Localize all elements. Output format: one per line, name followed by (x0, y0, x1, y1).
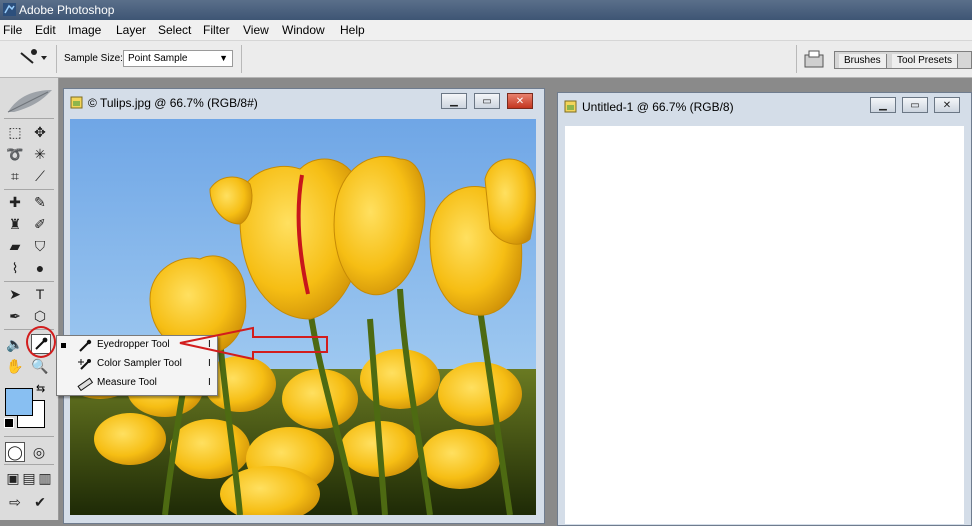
checkmark-icon[interactable]: ✔ (30, 492, 50, 512)
notes-tool[interactable]: 🔈 (5, 334, 25, 354)
flyout-item-label: Eyedropper Tool (97, 339, 170, 350)
close-button[interactable]: ✕ (507, 93, 533, 109)
ruler-icon (77, 377, 93, 392)
flyout-item-shortcut: I (208, 358, 211, 369)
foreground-color-swatch[interactable] (5, 388, 33, 416)
photoshop-app-icon (3, 3, 16, 16)
flyout-item-shortcut: I (208, 339, 211, 350)
palette-well: Brushes Tool Presets (834, 51, 972, 69)
crop-tool[interactable]: ⌗ (5, 166, 25, 186)
flyout-item-eyedropper[interactable]: Eyedropper Tool I (57, 336, 217, 355)
menu-window[interactable]: Window (282, 23, 325, 37)
minimize-button[interactable]: ▁ (870, 97, 896, 113)
sample-size-value: Point Sample (128, 53, 188, 64)
options-separator (796, 45, 797, 73)
zoom-tool[interactable]: 🔍 (30, 356, 50, 376)
brush-tool[interactable]: ✎ (30, 192, 50, 212)
toolbox-divider (4, 464, 54, 465)
swap-colors-icon[interactable]: ⇆ (36, 382, 45, 395)
sample-size-select[interactable]: Point Sample ▼ (123, 50, 233, 67)
maximize-button[interactable]: ▭ (902, 97, 928, 113)
color-sampler-icon (78, 359, 91, 370)
flyout-item-shortcut: I (208, 377, 211, 388)
toolbox-divider (4, 118, 54, 119)
move-tool[interactable]: ✥ (30, 122, 50, 142)
toolbox: ⬚ ✥ ➰ ✳ ⌗ ⟋ ✚ ✎ ♜ ✐ ▰ ⛉ ⌇ ● ➤ T ✒ ⬡ 🔈 ✋ … (0, 78, 59, 520)
tab-brushes[interactable]: Brushes (839, 54, 887, 68)
marquee-tool[interactable]: ⬚ (5, 122, 25, 142)
menu-image[interactable]: Image (68, 23, 101, 37)
history-brush-tool[interactable]: ✐ (30, 214, 50, 234)
selected-bullet (61, 343, 66, 348)
chevron-down-icon: ▼ (219, 53, 228, 63)
quick-mask-button[interactable]: ◎ (29, 442, 49, 462)
eraser-tool[interactable]: ▰ (5, 236, 25, 256)
annotation-circle (26, 326, 56, 358)
menu-bar: File Edit Image Layer Select Filter View… (0, 20, 972, 41)
blank-canvas[interactable] (565, 126, 964, 524)
shape-tool[interactable]: ⬡ (30, 306, 50, 326)
menu-view[interactable]: View (243, 23, 269, 37)
menu-layer[interactable]: Layer (116, 23, 146, 37)
clone-stamp-tool[interactable]: ♜ (5, 214, 25, 234)
document-window-untitled: Untitled-1 @ 66.7% (RGB/8) ▁ ▭ ✕ (557, 92, 972, 526)
minimize-button[interactable]: ▁ (441, 93, 467, 109)
path-selection-tool[interactable]: ➤ (5, 284, 25, 304)
slice-tool[interactable]: ⟋ (30, 166, 50, 186)
options-separator (56, 45, 57, 73)
sample-size-label: Sample Size: (64, 53, 123, 64)
menu-filter[interactable]: Filter (203, 23, 230, 37)
standard-mode-button[interactable]: ◯ (5, 442, 25, 462)
eyedropper-icon (79, 339, 92, 352)
pen-tool[interactable]: ✒ (5, 306, 25, 326)
jump-to-imageready-button[interactable]: ⇨ (5, 492, 25, 512)
palette-well-icon[interactable] (803, 49, 825, 69)
menu-edit[interactable]: Edit (35, 23, 56, 37)
feather-logo (7, 90, 52, 113)
close-button[interactable]: ✕ (934, 97, 960, 113)
flyout-item-color-sampler[interactable]: Color Sampler Tool I (57, 355, 217, 374)
magic-wand-tool[interactable]: ✳ (30, 144, 50, 164)
flyout-item-label: Color Sampler Tool (97, 358, 182, 369)
eyedropper-flyout-menu: Eyedropper Tool I Color Sampler Tool I M… (56, 335, 218, 396)
app-title-bar: Adobe Photoshop (0, 0, 972, 20)
dodge-tool[interactable]: ● (30, 258, 50, 278)
toolbox-divider (4, 189, 54, 190)
app-title: Adobe Photoshop (19, 3, 115, 17)
menu-file[interactable]: File (3, 23, 22, 37)
menu-select[interactable]: Select (158, 23, 191, 37)
blur-tool[interactable]: ⌇ (5, 258, 25, 278)
healing-brush-tool[interactable]: ✚ (5, 192, 25, 212)
tool-preset-picker[interactable] (5, 47, 49, 69)
type-tool[interactable]: T (30, 284, 50, 304)
document-titlebar[interactable]: Untitled-1 @ 66.7% (RGB/8) ▁ ▭ ✕ (558, 93, 971, 119)
paint-bucket-tool[interactable]: ⛉ (30, 236, 50, 256)
tab-tool-presets[interactable]: Tool Presets (892, 54, 959, 68)
default-colors-icon[interactable] (4, 418, 14, 428)
flyout-item-measure[interactable]: Measure Tool I (57, 374, 217, 393)
maximize-button[interactable]: ▭ (474, 93, 500, 109)
screen-mode-full[interactable]: ▥ (35, 468, 55, 488)
options-bar: Sample Size: Point Sample ▼ Brushes Tool… (0, 41, 972, 78)
toolbox-divider (4, 281, 54, 282)
document-titlebar[interactable]: © Tulips.jpg @ 66.7% (RGB/8#) ▁ ▭ ✕ (64, 89, 544, 115)
document-title: Untitled-1 @ 66.7% (RGB/8) (582, 100, 734, 114)
hand-tool[interactable]: ✋ (5, 356, 25, 376)
document-icon (564, 100, 577, 113)
document-title: © Tulips.jpg @ 66.7% (RGB/8#) (88, 96, 258, 110)
tulips-image (70, 119, 536, 515)
menu-help[interactable]: Help (340, 23, 365, 37)
document-window-tulips: © Tulips.jpg @ 66.7% (RGB/8#) ▁ ▭ ✕ (63, 88, 545, 524)
options-separator (241, 45, 242, 73)
lasso-tool[interactable]: ➰ (5, 144, 25, 164)
document-icon (70, 96, 83, 109)
flyout-item-label: Measure Tool (97, 377, 157, 388)
toolbox-divider (4, 436, 54, 437)
